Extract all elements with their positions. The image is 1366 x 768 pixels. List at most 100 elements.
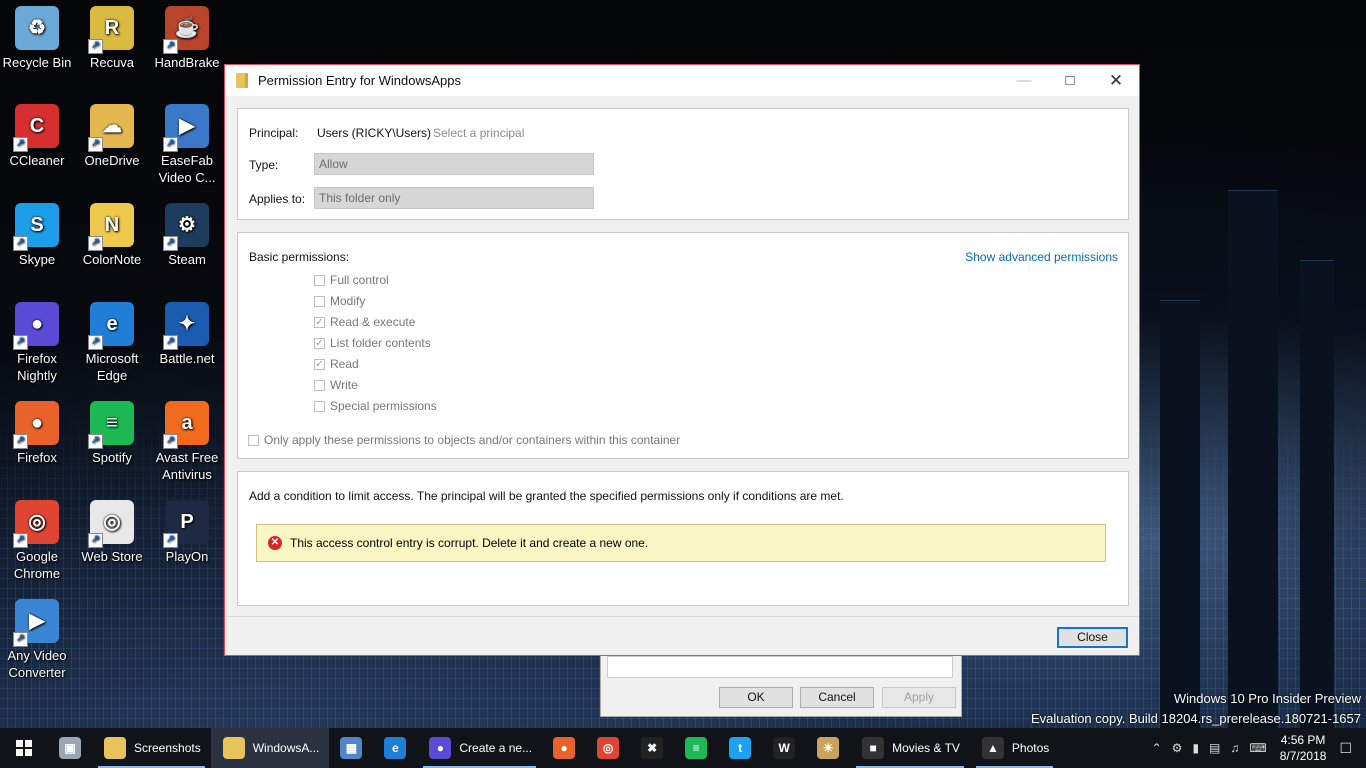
shortcut-arrow-icon: ↗ [13,137,28,152]
close-button[interactable]: Close [1057,627,1128,648]
shortcut-arrow-icon: ↗ [163,335,178,350]
only-apply-row[interactable]: Only apply these permissions to objects … [248,433,680,447]
shortcut-arrow-icon: ↗ [88,236,103,251]
desktop-icon[interactable]: C ↗ CCleaner [0,104,74,169]
desktop-icon[interactable]: ≡ ↗ Spotify [75,401,149,466]
permission-row[interactable]: Special permissions [314,399,437,413]
desktop-icon[interactable]: ◎ ↗ Web Store [75,500,149,565]
start-button[interactable] [0,728,48,768]
action-center-icon[interactable]: ☐ [1339,740,1352,757]
shortcut-arrow-icon: ↗ [88,434,103,449]
desktop-icon[interactable]: R ↗ Recuva [75,6,149,71]
desktop-icon-label: Avast Free Antivirus [155,450,219,482]
permission-label: Full control [330,273,389,287]
taskbar-item[interactable]: W [762,728,806,768]
show-hidden-icons-icon[interactable]: ⌃ [1152,741,1162,755]
wifi-icon[interactable]: ▤ [1209,741,1220,755]
wallpaper-tower [1300,260,1334,729]
permission-label: Read & execute [330,315,416,329]
taskbar-item[interactable]: t [718,728,762,768]
desktop-icon[interactable]: ✦ ↗ Battle.net [150,302,224,367]
permission-row[interactable]: Full control [314,273,389,287]
select-principal-link[interactable]: Select a principal [433,126,524,140]
only-apply-checkbox[interactable] [248,434,259,446]
permission-row[interactable]: ✓ List folder contents [314,336,431,350]
type-dropdown[interactable]: Allow [314,153,594,175]
type-label: Type: [249,158,279,172]
permission-row[interactable]: ✓ Read & execute [314,315,415,329]
principal-panel: Principal: Users (RICKY\Users) Select a … [237,108,1129,220]
permission-checkbox[interactable] [314,295,325,307]
desktop-icon-label: Recycle Bin [2,55,72,70]
permission-label: List folder contents [330,336,431,350]
taskbar-item[interactable]: ▣ [48,728,92,768]
minimize-button[interactable]: — [1001,65,1047,96]
taskbar-item[interactable]: e [373,728,417,768]
permission-row[interactable]: ✓ Read [314,357,359,371]
title-bar[interactable]: Permission Entry for WindowsApps — □ ✕ [225,65,1139,96]
desktop-icon[interactable]: ▶ ↗ Any Video Converter [0,599,74,681]
desktop-icon[interactable]: ● ↗ Firefox [0,401,74,466]
permission-row[interactable]: Modify [314,294,365,308]
clock[interactable]: 4:56 PM 8/7/2018 [1280,732,1327,764]
desktop-icon[interactable]: S ↗ Skype [0,203,74,268]
xbox-icon: ✖ [641,737,664,759]
desktop-icon[interactable]: ● ↗ Firefox Nightly [0,302,74,384]
tray-app-icon[interactable]: ⚙ [1172,741,1183,755]
apply-button[interactable]: Apply [882,687,956,708]
principal-label: Principal: [249,126,299,140]
battery-icon[interactable]: ▮ [1192,741,1199,755]
taskbar-item-label: WindowsA... [252,741,320,755]
edge-beta-icon: e [384,737,407,759]
taskbar-item[interactable]: ▦ [329,728,373,768]
taskbar-item[interactable]: ● [542,728,586,768]
taskbar-item[interactable]: ◎ [586,728,630,768]
maximize-button[interactable]: □ [1047,65,1093,96]
desktop-icon[interactable]: ▶ ↗ EaseFab Video C... [150,104,224,186]
taskbar-item[interactable]: ≡ [674,728,718,768]
error-text: This access control entry is corrupt. De… [290,536,649,550]
applies-to-dropdown[interactable]: This folder only [314,187,594,209]
taskbar-item[interactable]: ■ Movies & TV [850,728,970,768]
permission-checkbox[interactable] [314,379,325,391]
volume-icon[interactable]: ♫ [1230,741,1239,755]
desktop-icon[interactable]: e ↗ Microsoft Edge [75,302,149,384]
taskbar-item-label: Photos [1011,741,1050,755]
permission-label: Special permissions [330,399,437,413]
permission-checkbox[interactable] [314,400,325,412]
cancel-button[interactable]: Cancel [800,687,874,708]
taskbar-item[interactable]: Screenshots [92,728,211,768]
taskbar-item[interactable]: ✖ [630,728,674,768]
taskbar-item[interactable]: ▲ Photos [970,728,1059,768]
desktop-icon-label: Microsoft Edge [85,351,139,383]
permission-checkbox[interactable]: ✓ [314,358,325,370]
permission-checkbox[interactable]: ✓ [314,316,325,328]
spotify-icon: ≡ ↗ [88,401,134,449]
ok-button[interactable]: OK [719,687,793,708]
desktop-icon[interactable]: P ↗ PlayOn [150,500,224,565]
only-apply-label: Only apply these permissions to objects … [264,433,681,447]
taskbar-item[interactable]: ● Create a ne... [417,728,542,768]
firefox-icon: ● ↗ [13,401,59,449]
close-window-button[interactable]: ✕ [1093,65,1139,96]
system-tray: ⌃ ⚙ ▮ ▤ ♫ ⌨ 4:56 PM 8/7/2018 ☐ [1147,728,1366,768]
desktop-icon[interactable]: a ↗ Avast Free Antivirus [150,401,224,483]
desktop-icon[interactable]: ☁ ↗ OneDrive [75,104,149,169]
desktop-icon[interactable]: ♻ Recycle Bin [0,6,74,71]
desktop-icon-label: OneDrive [84,153,140,168]
desktop-icon[interactable]: ⚙ ↗ Steam [150,203,224,268]
clock-date: 8/7/2018 [1279,749,1327,763]
desktop-icon[interactable]: N ↗ ColorNote [75,203,149,268]
permission-checkbox[interactable]: ✓ [314,337,325,349]
applies-to-label: Applies to: [249,192,306,206]
permission-row[interactable]: Write [314,378,358,392]
shortcut-arrow-icon: ↗ [163,39,178,54]
keyboard-icon[interactable]: ⌨ [1249,741,1266,755]
permission-checkbox[interactable] [314,274,325,286]
taskbar-item[interactable]: ☀ [806,728,850,768]
clock-time: 4:56 PM [1280,733,1326,747]
taskbar-item[interactable]: WindowsA... [210,728,330,768]
show-advanced-permissions-link[interactable]: Show advanced permissions [965,250,1118,264]
desktop-icon[interactable]: ◎ ↗ Google Chrome [0,500,74,582]
desktop-icon[interactable]: ☕ ↗ HandBrake [150,6,224,71]
